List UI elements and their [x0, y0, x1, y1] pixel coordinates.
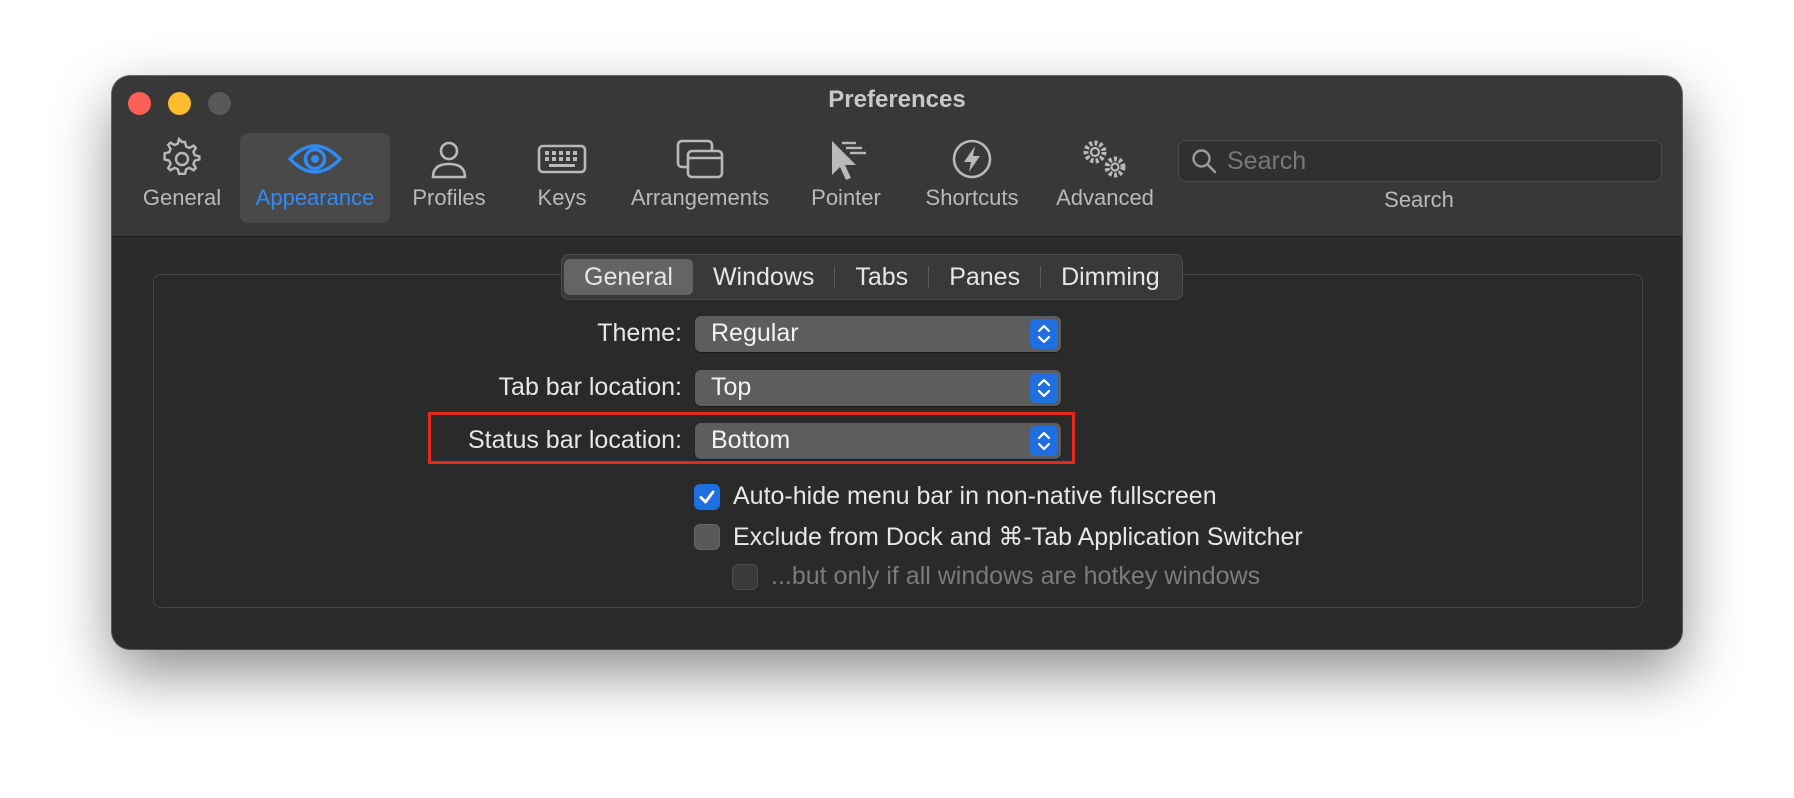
- tab-windows[interactable]: Windows: [693, 259, 834, 295]
- theme-value: Regular: [711, 319, 799, 347]
- tab-bar-location-value: Top: [711, 373, 752, 401]
- bolt-icon: [950, 133, 994, 185]
- person-icon: [427, 133, 471, 185]
- toolbar-item-arrangements[interactable]: Arrangements: [625, 133, 775, 223]
- toolbar-item-appearance[interactable]: Appearance: [240, 133, 390, 223]
- theme-label: Theme:: [597, 319, 682, 347]
- exclude-from-dock-label: Exclude from Dock and ⌘-Tab Application …: [733, 523, 1303, 551]
- window-title: Preferences: [828, 86, 966, 113]
- toolbar-item-label: Advanced: [1056, 185, 1154, 210]
- windows-icon: [674, 133, 726, 185]
- exclude-from-dock-checkbox[interactable]: [694, 524, 720, 550]
- exclude-from-dock-row[interactable]: Exclude from Dock and ⌘-Tab Application …: [694, 522, 1303, 552]
- preferences-window: Preferences General Appearance Profiles …: [112, 76, 1682, 649]
- toolbar-item-pointer[interactable]: Pointer: [796, 133, 896, 223]
- toolbar-item-advanced[interactable]: Advanced: [1040, 133, 1170, 223]
- updown-chevron-icon: [1030, 373, 1058, 403]
- eye-icon: [287, 133, 343, 185]
- gear-icon: [160, 133, 204, 185]
- search-label: Search: [1384, 187, 1454, 212]
- tab-bar-location-label: Tab bar location:: [498, 373, 682, 401]
- toolbar-item-label: Profiles: [412, 185, 486, 210]
- hotkey-windows-only-row: ...but only if all windows are hotkey wi…: [732, 562, 1260, 591]
- auto-hide-menu-bar-checkbox[interactable]: [694, 483, 720, 510]
- tab-panes[interactable]: Panes: [929, 259, 1040, 295]
- toolbar-item-general[interactable]: General: [132, 133, 232, 223]
- hotkey-windows-only-label: ...but only if all windows are hotkey wi…: [771, 562, 1261, 590]
- gears-icon: [1077, 133, 1133, 185]
- toolbar-item-label: Pointer: [811, 185, 881, 210]
- auto-hide-menu-bar-row[interactable]: Auto-hide menu bar in non-native fullscr…: [694, 482, 1217, 511]
- search-input[interactable]: [1225, 145, 1649, 177]
- tab-dimming[interactable]: Dimming: [1041, 259, 1180, 295]
- toolbar: Preferences General Appearance Profiles …: [112, 76, 1682, 237]
- toolbar-item-label: Appearance: [255, 185, 375, 210]
- highlight-box: [428, 412, 1075, 464]
- tab-general[interactable]: General: [564, 259, 693, 295]
- pointer-icon: [822, 133, 870, 185]
- auto-hide-menu-bar-label: Auto-hide menu bar in non-native fullscr…: [733, 482, 1217, 510]
- tab-tabs[interactable]: Tabs: [835, 259, 928, 295]
- tab-bar-location-popup[interactable]: Top: [695, 370, 1061, 406]
- toolbar-item-keys[interactable]: Keys: [512, 133, 612, 223]
- toolbar-item-label: Keys: [537, 185, 587, 210]
- updown-chevron-icon: [1030, 319, 1058, 349]
- toolbar-item-profiles[interactable]: Profiles: [399, 133, 499, 223]
- checkmark-icon: [699, 490, 715, 503]
- toolbar-item-label: General: [142, 185, 222, 210]
- keyboard-icon: [536, 133, 588, 185]
- hotkey-windows-only-checkbox: [732, 563, 758, 590]
- search-field[interactable]: [1178, 140, 1662, 182]
- toolbar-item-shortcuts[interactable]: Shortcuts: [912, 133, 1032, 223]
- toolbar-item-label: Shortcuts: [925, 185, 1019, 210]
- theme-popup[interactable]: Regular: [695, 316, 1061, 352]
- toolbar-item-label: Arrangements: [630, 185, 770, 210]
- search-icon: [1191, 148, 1217, 174]
- subtab-bar: General Windows Tabs Panes Dimming: [561, 254, 1183, 300]
